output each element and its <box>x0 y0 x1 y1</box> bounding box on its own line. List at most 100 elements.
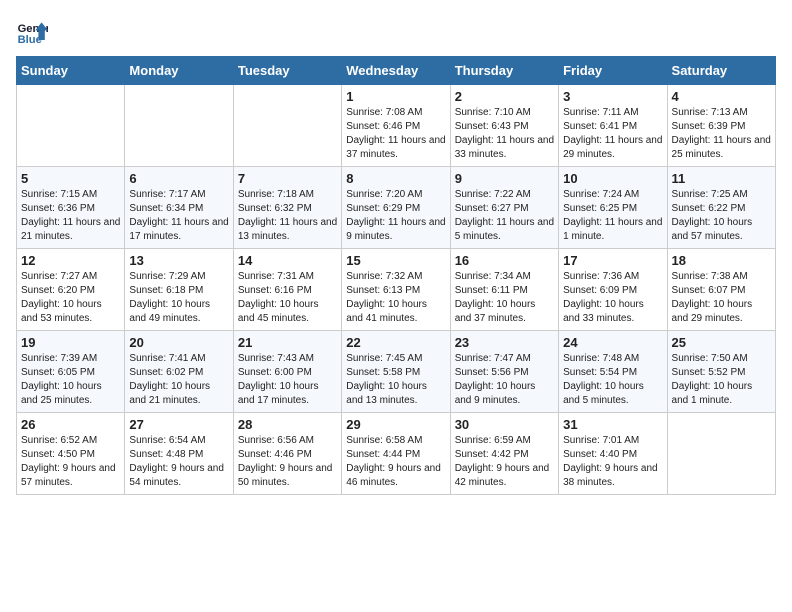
weekday-header: Sunday <box>17 57 125 85</box>
weekday-header: Monday <box>125 57 233 85</box>
day-number: 7 <box>238 171 337 186</box>
day-number: 4 <box>672 89 771 104</box>
calendar-cell: 11 Sunrise: 7:25 AM Sunset: 6:22 PM Dayli… <box>667 167 775 249</box>
day-number: 17 <box>563 253 662 268</box>
day-number: 24 <box>563 335 662 350</box>
day-info: Sunrise: 7:29 AM Sunset: 6:18 PM Dayligh… <box>129 270 228 326</box>
day-number: 22 <box>346 335 445 350</box>
day-number: 21 <box>238 335 337 350</box>
day-number: 3 <box>563 89 662 104</box>
day-number: 11 <box>672 171 771 186</box>
calendar-cell: 20 Sunrise: 7:41 AM Sunset: 6:02 PM Dayli… <box>125 331 233 413</box>
day-info: Sunrise: 7:25 AM Sunset: 6:22 PM Dayligh… <box>672 188 771 244</box>
svg-text:Blue: Blue <box>18 34 42 46</box>
day-info: Sunrise: 7:08 AM Sunset: 6:46 PM Dayligh… <box>346 106 445 162</box>
day-info: Sunrise: 6:59 AM Sunset: 4:42 PM Dayligh… <box>455 434 554 490</box>
day-info: Sunrise: 7:11 AM Sunset: 6:41 PM Dayligh… <box>563 106 662 162</box>
day-info: Sunrise: 7:39 AM Sunset: 6:05 PM Dayligh… <box>21 352 120 408</box>
weekday-header: Wednesday <box>342 57 450 85</box>
page-header: General Blue <box>16 16 776 48</box>
day-number: 9 <box>455 171 554 186</box>
day-info: Sunrise: 6:58 AM Sunset: 4:44 PM Dayligh… <box>346 434 445 490</box>
day-info: Sunrise: 7:22 AM Sunset: 6:27 PM Dayligh… <box>455 188 554 244</box>
day-info: Sunrise: 6:52 AM Sunset: 4:50 PM Dayligh… <box>21 434 120 490</box>
calendar-cell <box>125 85 233 167</box>
weekday-header: Saturday <box>667 57 775 85</box>
day-number: 31 <box>563 417 662 432</box>
calendar-cell: 17 Sunrise: 7:36 AM Sunset: 6:09 PM Dayli… <box>559 249 667 331</box>
day-info: Sunrise: 7:10 AM Sunset: 6:43 PM Dayligh… <box>455 106 554 162</box>
calendar-cell: 29 Sunrise: 6:58 AM Sunset: 4:44 PM Dayli… <box>342 413 450 495</box>
calendar-cell: 8Sunrise: 7:20 AM Sunset: 6:29 PM Daylig… <box>342 167 450 249</box>
calendar-cell: 30 Sunrise: 6:59 AM Sunset: 4:42 PM Dayli… <box>450 413 558 495</box>
day-info: Sunrise: 7:27 AM Sunset: 6:20 PM Dayligh… <box>21 270 120 326</box>
calendar-cell: 5 Sunrise: 7:15 AM Sunset: 6:36 PM Daylig… <box>17 167 125 249</box>
day-number: 12 <box>21 253 120 268</box>
calendar-cell: 9 Sunrise: 7:22 AM Sunset: 6:27 PM Daylig… <box>450 167 558 249</box>
calendar-cell <box>233 85 341 167</box>
day-number: 23 <box>455 335 554 350</box>
calendar-cell: 28 Sunrise: 6:56 AM Sunset: 4:46 PM Dayli… <box>233 413 341 495</box>
calendar-cell: 6 Sunrise: 7:17 AM Sunset: 6:34 PM Daylig… <box>125 167 233 249</box>
day-number: 19 <box>21 335 120 350</box>
day-number: 14 <box>238 253 337 268</box>
day-info: Sunrise: 7:43 AM Sunset: 6:00 PM Dayligh… <box>238 352 337 408</box>
calendar-cell: 21 Sunrise: 7:43 AM Sunset: 6:00 PM Dayli… <box>233 331 341 413</box>
day-number: 28 <box>238 417 337 432</box>
day-number: 5 <box>21 171 120 186</box>
logo-icon: General Blue <box>16 16 48 48</box>
logo: General Blue <box>16 16 48 48</box>
day-info: Sunrise: 7:45 AM Sunset: 5:58 PM Dayligh… <box>346 352 445 408</box>
calendar-cell: 4 Sunrise: 7:13 AM Sunset: 6:39 PM Daylig… <box>667 85 775 167</box>
calendar-cell: 23 Sunrise: 7:47 AM Sunset: 5:56 PM Dayli… <box>450 331 558 413</box>
day-number: 26 <box>21 417 120 432</box>
day-number: 25 <box>672 335 771 350</box>
day-number: 13 <box>129 253 228 268</box>
calendar-cell: 24 Sunrise: 7:48 AM Sunset: 5:54 PM Dayli… <box>559 331 667 413</box>
calendar-cell: 12 Sunrise: 7:27 AM Sunset: 6:20 PM Dayli… <box>17 249 125 331</box>
day-info: Sunrise: 7:17 AM Sunset: 6:34 PM Dayligh… <box>129 188 228 244</box>
calendar-cell <box>667 413 775 495</box>
calendar-cell: 16 Sunrise: 7:34 AM Sunset: 6:11 PM Dayli… <box>450 249 558 331</box>
calendar-cell <box>17 85 125 167</box>
day-info: Sunrise: 7:32 AM Sunset: 6:13 PM Dayligh… <box>346 270 445 326</box>
calendar-cell: 3 Sunrise: 7:11 AM Sunset: 6:41 PM Daylig… <box>559 85 667 167</box>
day-info: Sunrise: 7:36 AM Sunset: 6:09 PM Dayligh… <box>563 270 662 326</box>
calendar-cell: 1Sunrise: 7:08 AM Sunset: 6:46 PM Daylig… <box>342 85 450 167</box>
day-info: Sunrise: 7:24 AM Sunset: 6:25 PM Dayligh… <box>563 188 662 244</box>
day-info: Sunrise: 7:38 AM Sunset: 6:07 PM Dayligh… <box>672 270 771 326</box>
weekday-header: Friday <box>559 57 667 85</box>
weekday-header: Tuesday <box>233 57 341 85</box>
calendar-cell: 15 Sunrise: 7:32 AM Sunset: 6:13 PM Dayli… <box>342 249 450 331</box>
day-number: 18 <box>672 253 771 268</box>
day-info: Sunrise: 7:41 AM Sunset: 6:02 PM Dayligh… <box>129 352 228 408</box>
day-info: Sunrise: 7:50 AM Sunset: 5:52 PM Dayligh… <box>672 352 771 408</box>
day-info: Sunrise: 7:48 AM Sunset: 5:54 PM Dayligh… <box>563 352 662 408</box>
day-info: Sunrise: 6:56 AM Sunset: 4:46 PM Dayligh… <box>238 434 337 490</box>
calendar-cell: 13 Sunrise: 7:29 AM Sunset: 6:18 PM Dayli… <box>125 249 233 331</box>
day-info: Sunrise: 7:20 AM Sunset: 6:29 PM Dayligh… <box>346 188 445 244</box>
day-number: 6 <box>129 171 228 186</box>
day-info: Sunrise: 7:34 AM Sunset: 6:11 PM Dayligh… <box>455 270 554 326</box>
day-info: Sunrise: 7:18 AM Sunset: 6:32 PM Dayligh… <box>238 188 337 244</box>
day-info: Sunrise: 7:47 AM Sunset: 5:56 PM Dayligh… <box>455 352 554 408</box>
day-number: 30 <box>455 417 554 432</box>
calendar-cell: 22 Sunrise: 7:45 AM Sunset: 5:58 PM Dayli… <box>342 331 450 413</box>
calendar-cell: 7 Sunrise: 7:18 AM Sunset: 6:32 PM Daylig… <box>233 167 341 249</box>
day-number: 15 <box>346 253 445 268</box>
weekday-header: Thursday <box>450 57 558 85</box>
day-info: Sunrise: 7:13 AM Sunset: 6:39 PM Dayligh… <box>672 106 771 162</box>
calendar-cell: 19 Sunrise: 7:39 AM Sunset: 6:05 PM Dayli… <box>17 331 125 413</box>
day-number: 16 <box>455 253 554 268</box>
day-number: 29 <box>346 417 445 432</box>
day-number: 20 <box>129 335 228 350</box>
calendar-cell: 26 Sunrise: 6:52 AM Sunset: 4:50 PM Dayli… <box>17 413 125 495</box>
day-info: Sunrise: 7:01 AM Sunset: 4:40 PM Dayligh… <box>563 434 662 490</box>
day-info: Sunrise: 7:31 AM Sunset: 6:16 PM Dayligh… <box>238 270 337 326</box>
calendar-cell: 27Sunrise: 6:54 AM Sunset: 4:48 PM Dayli… <box>125 413 233 495</box>
day-info: Sunrise: 7:15 AM Sunset: 6:36 PM Dayligh… <box>21 188 120 244</box>
day-info: Sunrise: 6:54 AM Sunset: 4:48 PM Dayligh… <box>129 434 228 490</box>
calendar-table: SundayMondayTuesdayWednesdayThursdayFrid… <box>16 56 776 495</box>
calendar-cell: 18 Sunrise: 7:38 AM Sunset: 6:07 PM Dayli… <box>667 249 775 331</box>
calendar-cell: 14 Sunrise: 7:31 AM Sunset: 6:16 PM Dayli… <box>233 249 341 331</box>
